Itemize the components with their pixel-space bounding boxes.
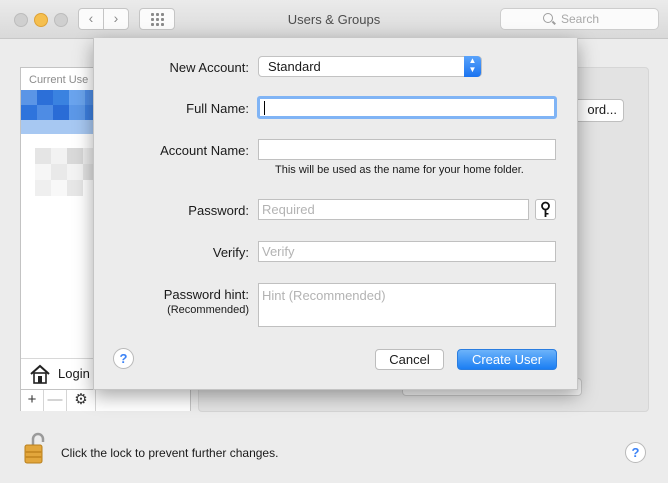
gear-icon[interactable]: ⚙	[67, 390, 96, 411]
users-groups-window: ‹ › Users & Groups Search ord... Current…	[0, 0, 668, 483]
key-icon	[541, 201, 550, 217]
full-name-field[interactable]	[257, 96, 557, 119]
text-caret	[264, 101, 265, 115]
sheet-help-button[interactable]: ?	[113, 348, 134, 369]
updown-arrows-icon: ▲ ▼	[464, 56, 481, 77]
account-type-value: Standard	[268, 59, 321, 74]
search-field[interactable]: Search	[500, 8, 659, 30]
home-folder-note: This will be used as the name for your h…	[275, 164, 524, 176]
verify-label: Verify:	[212, 245, 249, 260]
lock-status-text: Click the lock to prevent further change…	[61, 446, 279, 460]
list-controls: + — ⚙	[21, 389, 190, 411]
login-options-label: Login	[58, 366, 90, 381]
new-account-label: New Account:	[169, 60, 250, 75]
password-field[interactable]: Required	[258, 199, 529, 220]
password-hint-sublabel: (Recommended)	[167, 304, 249, 316]
cancel-button[interactable]: Cancel	[375, 349, 444, 370]
add-user-button[interactable]: +	[21, 390, 44, 411]
lock-open-icon[interactable]	[24, 431, 46, 465]
password-hint-label: Password hint:	[163, 287, 249, 302]
password-assistant-button[interactable]	[535, 199, 556, 220]
verify-field[interactable]: Verify	[258, 241, 556, 262]
account-name-label: Account Name:	[160, 143, 249, 158]
search-icon	[543, 13, 553, 23]
create-user-button[interactable]: Create User	[457, 349, 557, 370]
help-button[interactable]: ?	[625, 442, 646, 463]
password-hint-field[interactable]: Hint (Recommended)	[258, 283, 556, 327]
remove-user-button[interactable]: —	[44, 390, 67, 411]
account-type-popup[interactable]: Standard ▲ ▼	[258, 56, 482, 77]
new-account-sheet: New Account: Standard ▲ ▼ Full Name: Acco…	[93, 38, 578, 390]
title-bar: ‹ › Users & Groups Search	[0, 0, 668, 39]
house-icon	[30, 364, 50, 384]
password-label: Password:	[188, 203, 249, 218]
full-name-label: Full Name:	[186, 101, 249, 116]
current-users-header: Current Use	[29, 74, 89, 86]
account-name-field[interactable]	[258, 139, 556, 160]
search-placeholder: Search	[561, 12, 600, 26]
